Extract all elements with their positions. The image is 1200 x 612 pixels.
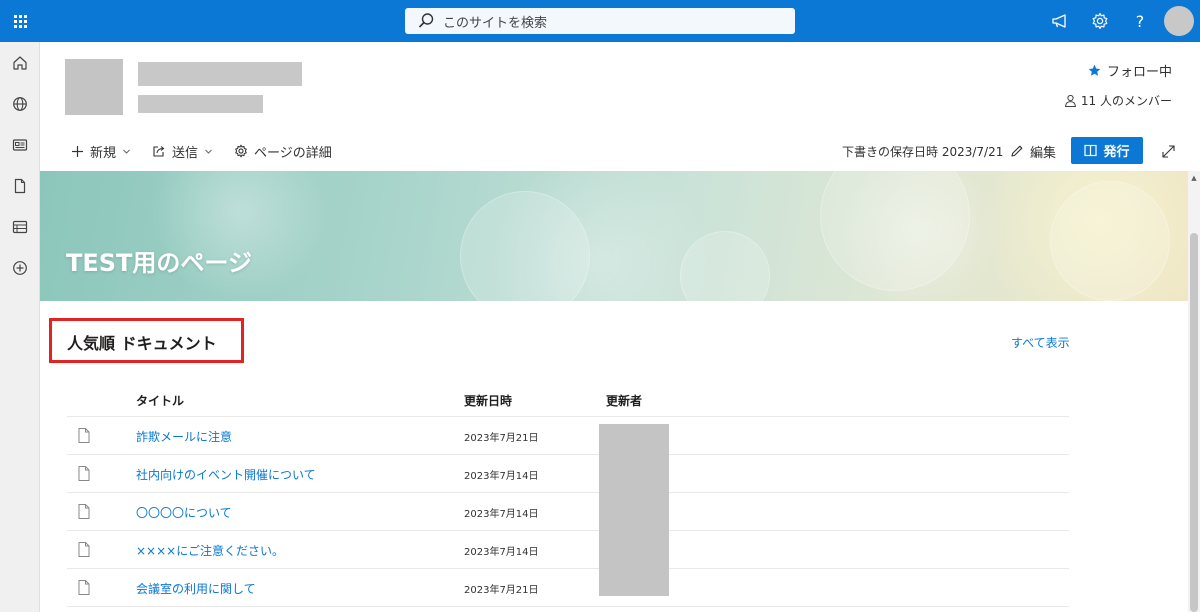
section-title: 人気順 ドキュメント — [67, 334, 217, 353]
app-bar — [0, 42, 40, 612]
see-all-link[interactable]: すべて表示 — [1011, 334, 1070, 351]
site-subtitle-redacted — [138, 95, 263, 113]
chevron-down-icon — [205, 149, 212, 154]
page-title: TEST用のページ — [66, 249, 252, 277]
send-button[interactable]: 送信 — [152, 133, 213, 169]
document-title-link[interactable]: 会議室の利用に関して — [136, 580, 256, 597]
column-header-modified[interactable]: 更新日時 — [464, 392, 512, 409]
share-icon — [153, 146, 165, 157]
page-details-label: ページの詳細 — [254, 145, 332, 161]
news-icon — [12, 138, 28, 151]
list-icon — [12, 220, 28, 233]
site-search-box[interactable]: このサイトを検索 — [405, 8, 795, 34]
search-placeholder: このサイトを検索 — [443, 15, 548, 31]
page-scrollbar[interactable]: ▲ — [1188, 171, 1200, 612]
star-icon — [1088, 64, 1101, 76]
edit-label: 編集 — [1030, 145, 1057, 161]
globe-icon — [13, 96, 27, 111]
bokeh-decoration — [820, 171, 970, 291]
scroll-thumb[interactable] — [1190, 233, 1198, 612]
appbar-sites[interactable] — [0, 83, 40, 124]
document-modified-date: 2023年7月14日 — [464, 471, 539, 482]
document-title-link[interactable]: 〇〇〇〇について — [136, 504, 232, 521]
document-icon — [78, 466, 90, 481]
appbar-news[interactable] — [0, 124, 40, 165]
page-details-button[interactable]: ページの詳細 — [234, 133, 332, 169]
members-label: 11 人のメンバー — [1080, 94, 1172, 108]
megaphone-icon — [1052, 14, 1066, 28]
add-circle-icon — [13, 260, 27, 275]
document-modified-date: 2023年7月14日 — [464, 509, 539, 520]
chevron-down-icon — [123, 149, 130, 154]
announcement-button[interactable] — [1040, 0, 1080, 42]
table-row[interactable]: 社内向けのイベント開催について 2023年7月14日 — [67, 455, 1069, 493]
bokeh-decoration — [680, 231, 770, 301]
new-label: 新規 — [90, 145, 117, 161]
document-icon — [78, 428, 90, 443]
follow-button[interactable]: フォロー中 — [1088, 61, 1172, 80]
members-button[interactable]: 11 人のメンバー — [1064, 92, 1172, 109]
document-title-link[interactable]: 詐欺メールに注意 — [136, 428, 232, 445]
waffle-icon — [13, 14, 27, 28]
gear-icon — [1092, 12, 1108, 30]
hero-banner: TEST用のページ — [40, 171, 1188, 301]
document-icon — [78, 580, 90, 595]
document-icon — [78, 504, 90, 519]
person-icon — [1064, 94, 1076, 107]
document-title-link[interactable]: ××××にご注意ください。 — [136, 542, 284, 559]
edit-button[interactable]: 編集 — [1010, 133, 1056, 169]
help-button[interactable]: ? — [1120, 0, 1160, 42]
document-modified-date: 2023年7月21日 — [464, 433, 539, 444]
publish-label: 発行 — [1103, 145, 1130, 160]
gear-icon — [235, 144, 247, 158]
table-row[interactable]: ××××にご注意ください。 2023年7月14日 — [67, 531, 1069, 569]
column-header-title[interactable]: タイトル — [136, 392, 184, 409]
site-logo[interactable] — [65, 59, 123, 115]
appbar-home[interactable] — [0, 42, 40, 83]
publish-button[interactable]: 発行 — [1071, 137, 1143, 164]
avatar[interactable] — [1164, 6, 1194, 36]
suite-right-actions: ? — [1040, 0, 1200, 42]
table-row[interactable]: 詐欺メールに注意 2023年7月21日 — [67, 417, 1069, 455]
question-icon: ? — [1135, 11, 1145, 31]
pencil-icon — [1011, 145, 1023, 157]
home-icon — [13, 55, 27, 70]
table-row[interactable]: 〇〇〇〇について 2023年7月14日 — [67, 493, 1069, 531]
plus-icon — [72, 145, 83, 157]
list-header: タイトル 更新日時 更新者 — [67, 380, 1069, 417]
new-button[interactable]: 新規 — [71, 133, 131, 169]
table-row[interactable]: 会議室の利用に関して 2023年7月21日 — [67, 569, 1069, 607]
command-bar: 新規 送信 ページの詳細 下書きの保存日時 2023/7/21 編集 発行 — [40, 133, 1200, 169]
app-launcher-button[interactable] — [0, 0, 40, 42]
document-title-link[interactable]: 社内向けのイベント開催について — [136, 466, 316, 483]
appbar-files[interactable] — [0, 165, 40, 206]
document-modified-date: 2023年7月14日 — [464, 547, 539, 558]
scroll-up-arrow[interactable]: ▲ — [1188, 171, 1200, 185]
bokeh-decoration — [1050, 181, 1170, 301]
search-icon — [418, 13, 434, 28]
send-label: 送信 — [172, 145, 199, 161]
follow-label: フォロー中 — [1106, 65, 1172, 80]
settings-button[interactable] — [1080, 0, 1120, 42]
book-icon — [1084, 144, 1098, 157]
suite-bar: このサイトを検索 ? — [0, 0, 1200, 42]
bokeh-decoration — [460, 191, 590, 301]
document-icon — [78, 542, 90, 557]
draft-saved-status: 下書きの保存日時 2023/7/21 — [842, 144, 1004, 159]
expand-button[interactable] — [1156, 133, 1180, 169]
expand-icon — [1161, 144, 1175, 158]
document-modified-date: 2023年7月21日 — [464, 585, 539, 596]
appbar-lists[interactable] — [0, 206, 40, 247]
file-icon — [14, 178, 26, 193]
site-title-redacted[interactable] — [138, 62, 302, 86]
column-header-modified-by[interactable]: 更新者 — [606, 392, 642, 409]
appbar-create[interactable] — [0, 247, 40, 288]
modified-by-redacted — [599, 424, 669, 596]
document-list: タイトル 更新日時 更新者 詐欺メールに注意 2023年7月21日 社内向けのイ… — [67, 380, 1069, 607]
